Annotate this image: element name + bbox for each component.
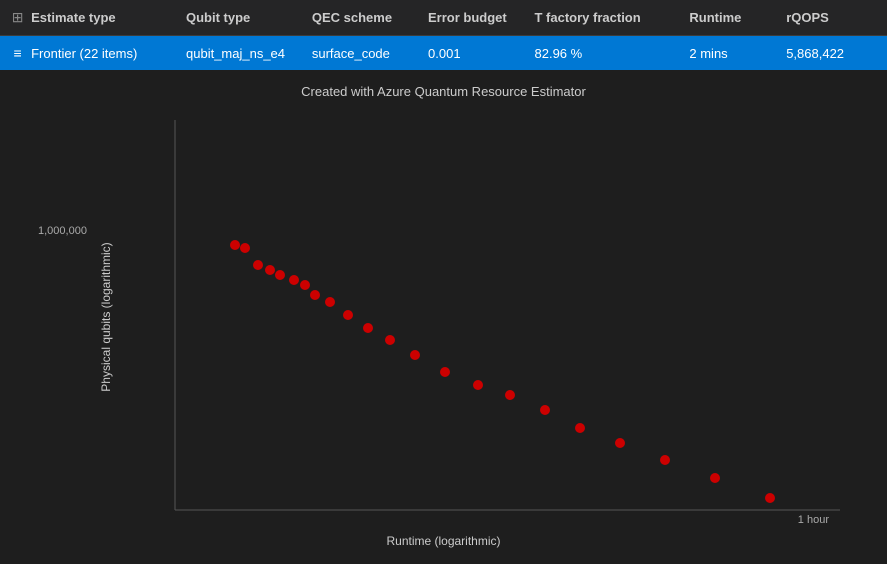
cell-qec-scheme: surface_code: [312, 46, 428, 61]
cell-qubit-type: qubit_maj_ns_e4: [186, 46, 312, 61]
table-row[interactable]: ≡ Frontier (22 items) qubit_maj_ns_e4 su…: [0, 36, 887, 70]
chart-area: Created with Azure Quantum Resource Esti…: [0, 70, 887, 564]
cell-t-factory-fraction: 82.96 %: [535, 46, 690, 61]
col-header-qubit-type: Qubit type: [186, 10, 312, 25]
col-header-error-budget: Error budget: [428, 10, 534, 25]
cell-runtime: 2 mins: [689, 46, 786, 61]
col-header-runtime: Runtime: [689, 10, 786, 25]
cell-error-budget: 0.001: [428, 46, 534, 61]
cell-estimate-type: Frontier (22 items): [31, 46, 186, 61]
chart-svg: [0, 70, 887, 564]
col-header-qec-scheme: QEC scheme: [312, 10, 428, 25]
cell-rqops: 5,868,422: [786, 46, 883, 61]
col-header-rqops: rQOPS: [786, 10, 883, 25]
row-icon: ≡: [4, 45, 31, 61]
table-header: ⊞ Estimate type Qubit type QEC scheme Er…: [0, 0, 887, 36]
col-header-estimate-type: Estimate type: [31, 10, 186, 25]
table-icon: ⊞: [4, 9, 31, 26]
col-header-t-factory: T factory fraction: [535, 10, 690, 25]
